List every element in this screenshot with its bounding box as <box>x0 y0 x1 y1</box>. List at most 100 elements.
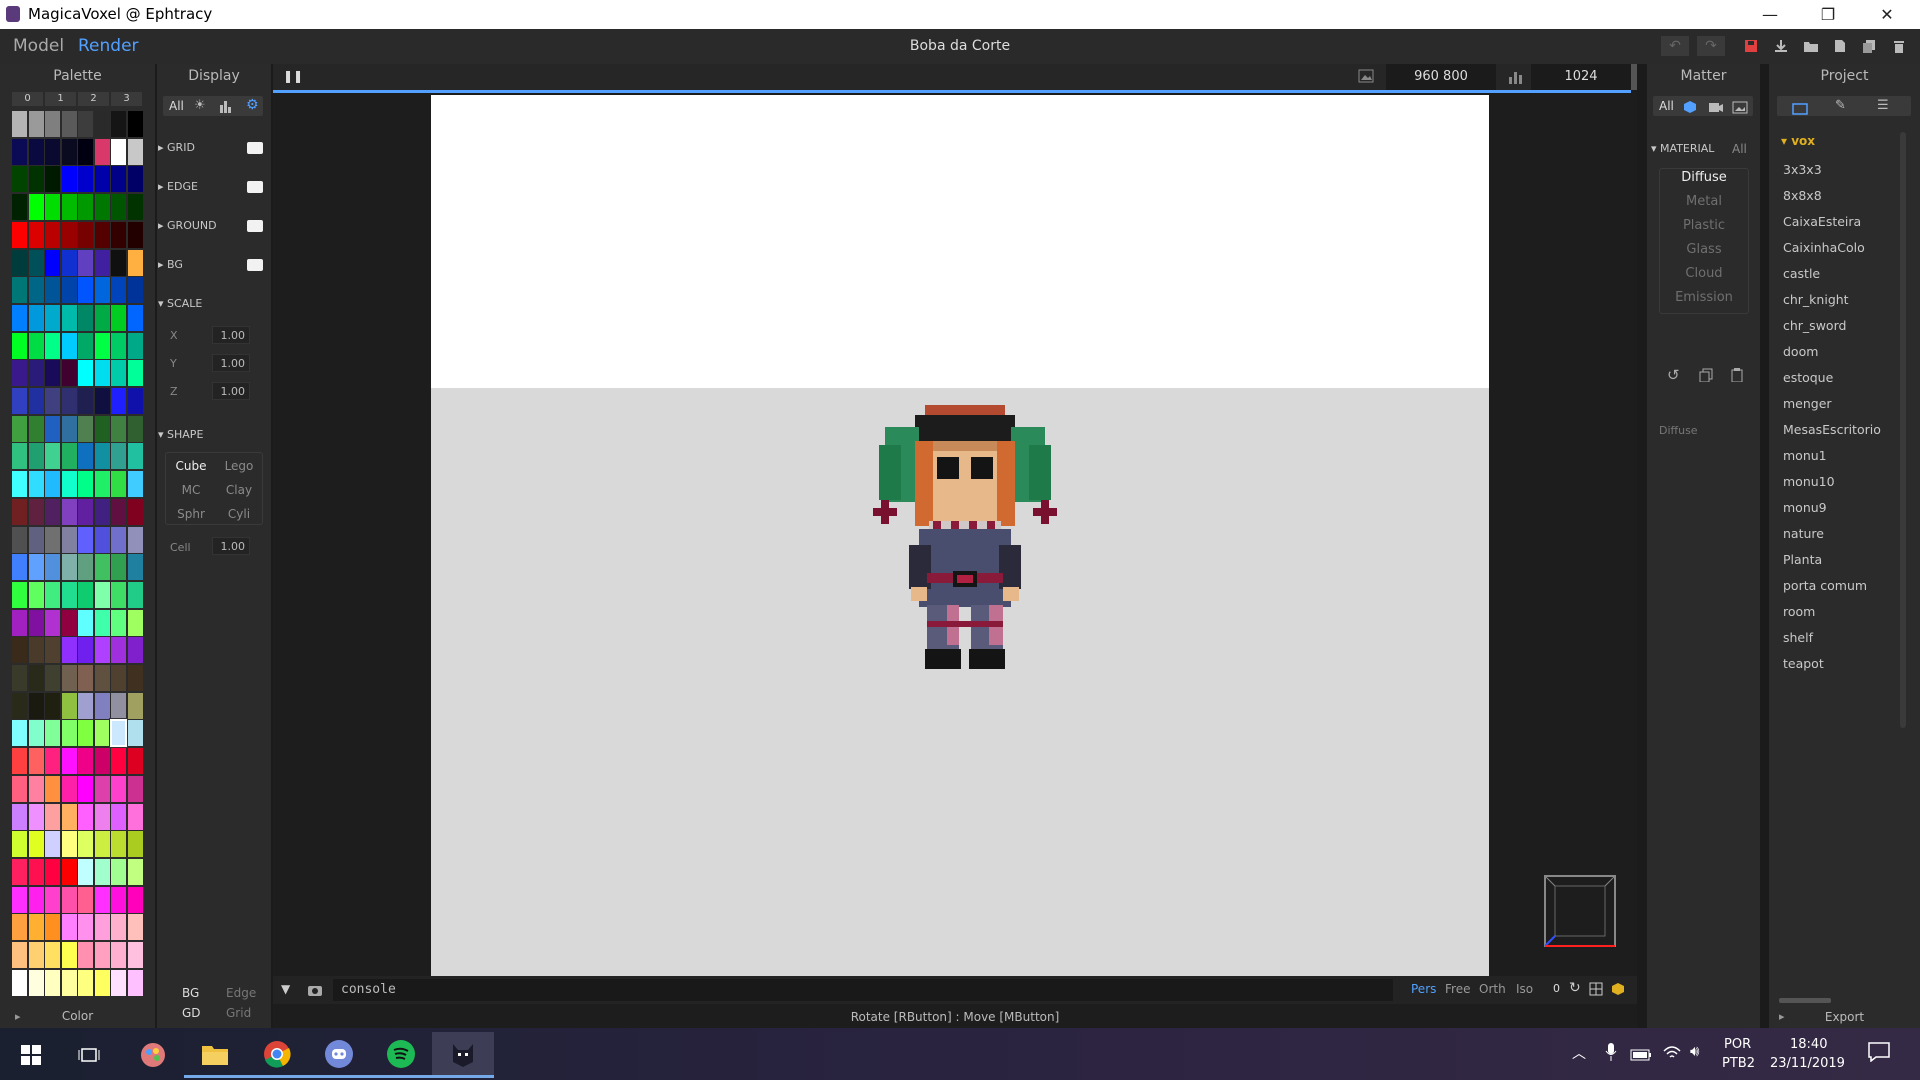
project-file-item[interactable]: nature <box>1783 526 1824 541</box>
palette-swatch[interactable] <box>12 249 27 276</box>
palette-swatch[interactable] <box>127 443 143 470</box>
palette-tab-1[interactable]: 1 <box>45 92 76 106</box>
close-button[interactable]: ✕ <box>1864 0 1910 29</box>
palette-swatch[interactable] <box>94 277 110 304</box>
palette-swatch[interactable] <box>78 775 93 802</box>
palette-swatch[interactable] <box>94 471 110 498</box>
palette-swatch[interactable] <box>127 692 143 719</box>
grid-toggle[interactable] <box>247 142 263 154</box>
gd-button[interactable]: GD <box>182 1006 201 1020</box>
palette-swatch[interactable] <box>94 858 110 885</box>
palette-swatch[interactable] <box>12 498 27 525</box>
lang-primary[interactable]: POR <box>1724 1037 1751 1052</box>
material-section[interactable]: ▾ MATERIAL <box>1651 142 1714 155</box>
palette-swatch[interactable] <box>78 304 93 331</box>
palette-swatch[interactable] <box>94 775 110 802</box>
palette-swatch[interactable] <box>61 166 77 193</box>
palette-swatch[interactable] <box>61 332 77 359</box>
palette-swatch[interactable] <box>94 554 110 581</box>
palette-swatch[interactable] <box>28 360 44 387</box>
palette-swatch[interactable] <box>127 498 143 525</box>
delete-icon[interactable] <box>1890 37 1908 55</box>
palette-swatch[interactable] <box>61 609 77 636</box>
view-pers[interactable]: Pers <box>1411 982 1436 996</box>
view-index[interactable]: 0 <box>1553 982 1560 995</box>
palette-tab-3[interactable]: 3 <box>111 92 142 106</box>
palette-swatch[interactable] <box>94 637 110 664</box>
palette-swatch[interactable] <box>127 415 143 442</box>
brush-icon[interactable]: ✎ <box>1835 98 1846 113</box>
palette-swatch[interactable] <box>28 831 44 858</box>
palette-swatch[interactable] <box>61 775 77 802</box>
palette-swatch[interactable] <box>12 637 27 664</box>
palette-swatch[interactable] <box>12 332 27 359</box>
palette-swatch[interactable] <box>78 221 93 248</box>
palette-swatch[interactable] <box>127 221 143 248</box>
palette-swatch[interactable] <box>127 194 143 221</box>
palette-swatch[interactable] <box>12 748 27 775</box>
palette-swatch[interactable] <box>78 692 93 719</box>
palette-swatch[interactable] <box>78 858 93 885</box>
palette-swatch[interactable] <box>28 886 44 913</box>
palette-swatch[interactable] <box>28 138 44 165</box>
palette-swatch[interactable] <box>28 443 44 470</box>
palette-swatch[interactable] <box>127 969 143 996</box>
project-file-item[interactable]: CaixinhaColo <box>1783 240 1865 255</box>
matter-tab-all[interactable]: All <box>1659 99 1674 113</box>
palette-swatch[interactable] <box>45 304 60 331</box>
shape-mc[interactable]: MC <box>168 483 214 497</box>
palette-swatch[interactable] <box>111 858 126 885</box>
palette-swatch[interactable] <box>28 277 44 304</box>
palette-tab-2[interactable]: 2 <box>78 92 109 106</box>
vox-folder[interactable]: ▾ vox <box>1781 134 1815 148</box>
palette-swatch[interactable] <box>78 831 93 858</box>
project-scrollbar[interactable] <box>1900 132 1906 728</box>
palette-swatch[interactable] <box>61 942 77 968</box>
palette-swatch[interactable] <box>127 554 143 581</box>
palette-swatch[interactable] <box>127 277 143 304</box>
palette-swatch[interactable] <box>12 277 27 304</box>
lang-secondary[interactable]: PTB2 <box>1722 1056 1755 1071</box>
palette-swatch[interactable] <box>28 554 44 581</box>
frame-view-icon[interactable] <box>1589 981 1603 1000</box>
project-file-item[interactable]: CaixaEsteira <box>1783 214 1861 229</box>
palette-swatch[interactable] <box>111 471 126 498</box>
tab-model[interactable]: Model <box>13 36 64 56</box>
cell-input[interactable]: 1.00 <box>212 537 250 555</box>
palette-tab-0[interactable]: 0 <box>12 92 43 106</box>
material-diffuse[interactable]: Diffuse <box>1660 170 1748 185</box>
shape-cube[interactable]: Cube <box>168 459 214 473</box>
palette-swatch[interactable] <box>110 719 127 748</box>
palette-swatch[interactable] <box>78 415 93 442</box>
palette-swatch[interactable] <box>111 388 126 414</box>
palette-swatch[interactable] <box>61 415 77 442</box>
palette-swatch[interactable] <box>111 304 126 331</box>
project-file-item[interactable]: menger <box>1783 396 1832 411</box>
image-size-field[interactable]: 960 800 <box>1386 64 1496 90</box>
scale-z-input[interactable]: 1.00 <box>212 382 250 400</box>
palette-swatch[interactable] <box>45 775 60 802</box>
palette-swatch[interactable] <box>78 360 93 387</box>
palette-swatch[interactable] <box>78 942 93 968</box>
palette-swatch[interactable] <box>61 581 77 608</box>
material-all[interactable]: All <box>1732 142 1747 156</box>
palette-swatch[interactable] <box>45 886 60 913</box>
project-file-item[interactable]: porta comum <box>1783 578 1867 593</box>
palette-swatch[interactable] <box>28 942 44 968</box>
palette-swatch[interactable] <box>127 886 143 913</box>
palette-swatch[interactable] <box>45 526 60 553</box>
palette-swatch[interactable] <box>127 858 143 885</box>
palette-swatch[interactable] <box>127 304 143 331</box>
palette-swatch[interactable] <box>111 526 126 553</box>
palette-swatch[interactable] <box>12 554 27 581</box>
palette-swatch[interactable] <box>12 360 27 387</box>
palette-swatch[interactable] <box>45 581 60 608</box>
palette-swatch[interactable] <box>111 803 126 830</box>
project-file-item[interactable]: chr_knight <box>1783 292 1849 307</box>
palette-swatch[interactable] <box>127 665 143 691</box>
palette-swatch[interactable] <box>45 637 60 664</box>
palette-swatch[interactable] <box>94 720 110 747</box>
project-file-item[interactable]: 8x8x8 <box>1783 188 1822 203</box>
palette-swatch[interactable] <box>61 249 77 276</box>
palette-swatch[interactable] <box>111 748 126 775</box>
